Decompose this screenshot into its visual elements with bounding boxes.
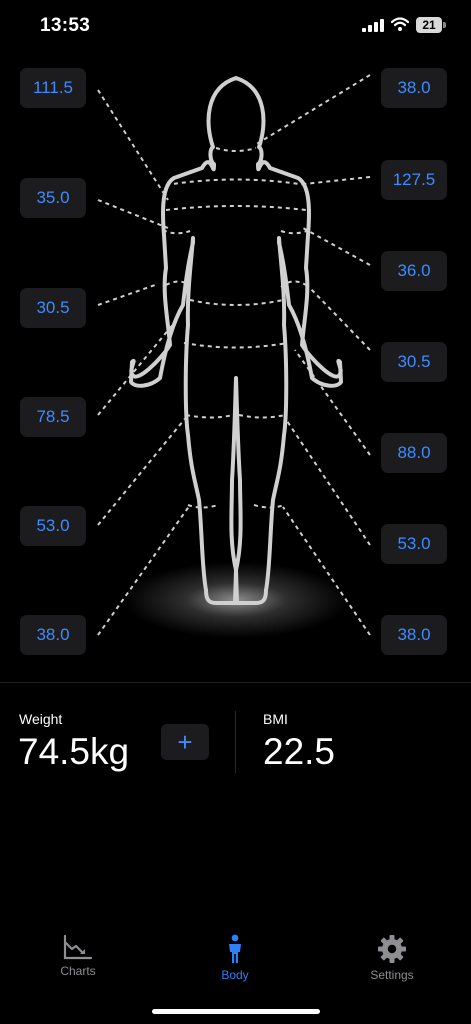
tab-charts-label: Charts [60,964,96,978]
measurement-left-calf[interactable]: 38.0 [20,615,86,655]
tab-settings-label: Settings [370,968,414,982]
battery-level: 21 [416,17,442,33]
measurement-chest[interactable]: 127.5 [381,160,447,200]
measurement-right-thigh[interactable]: 53.0 [381,524,447,564]
measurement-hips[interactable]: 88.0 [381,433,447,473]
status-bar: 13:53 21 [0,0,471,54]
measurement-left-forearm[interactable]: 30.5 [20,288,86,328]
measure-rings [162,147,310,509]
body-outline [129,76,343,605]
measurement-right-forearm[interactable]: 30.5 [381,342,447,382]
measurement-left-thigh[interactable]: 53.0 [20,506,86,546]
status-time: 13:53 [40,15,91,36]
measurement-right-calf[interactable]: 38.0 [381,615,447,655]
wifi-icon [391,17,409,31]
tab-body[interactable]: Body [185,934,285,986]
tab-settings[interactable]: Settings [342,934,442,986]
weight-value: 74.5kg [18,731,130,772]
tab-charts[interactable]: Charts [28,934,128,986]
measurement-left-arm[interactable]: 35.0 [20,178,86,218]
measurement-waist[interactable]: 78.5 [20,397,86,437]
person-icon [229,934,241,963]
bmi-value: 22.5 [263,731,336,772]
bmi-label: BMI [263,711,288,727]
section-divider [0,682,471,683]
add-weight-button[interactable]: + [161,724,209,760]
summary-divider [235,711,236,773]
gear-icon [378,935,406,963]
tab-body-label: Body [221,968,249,982]
measurement-neck[interactable]: 111.5 [20,68,86,108]
chart-icon [63,934,93,960]
measurement-right-arm[interactable]: 36.0 [381,251,447,291]
battery-icon: 21 [416,17,446,33]
home-indicator[interactable] [152,1009,320,1014]
measurement-neck-right[interactable]: 38.0 [381,68,447,108]
body-map: 111.5 35.0 30.5 78.5 53.0 38.0 38.0 127.… [0,60,471,670]
weight-label: Weight [19,711,63,727]
cellular-signal-icon [362,19,384,32]
